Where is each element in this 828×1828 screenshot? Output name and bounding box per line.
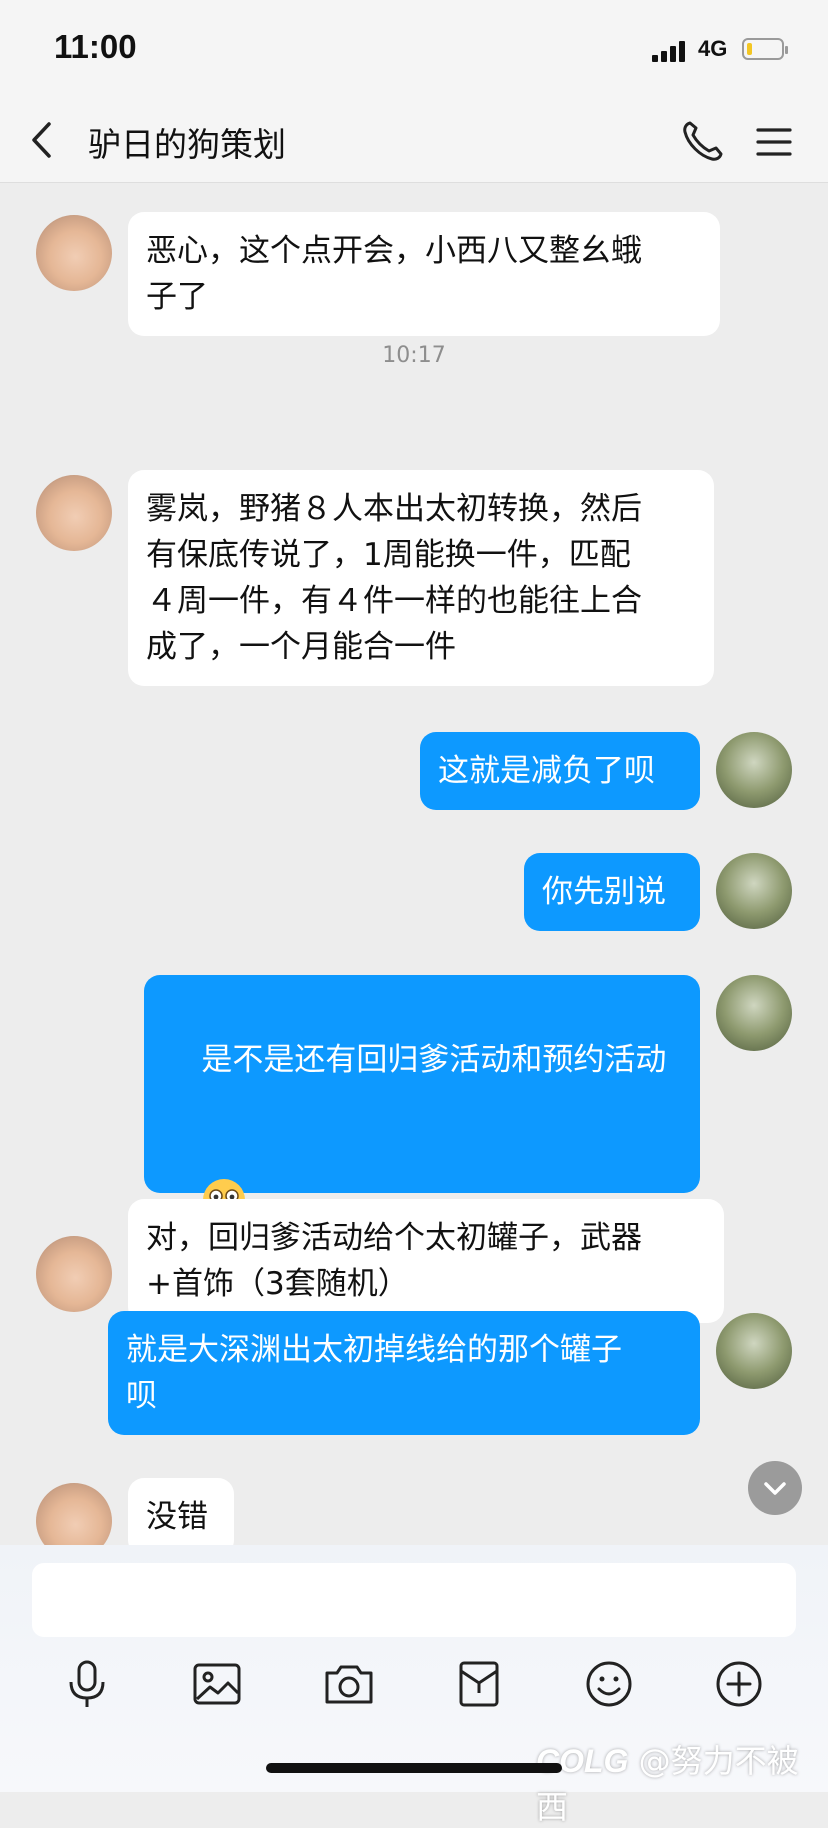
status-bar: 11:00 4G (0, 0, 828, 100)
message-bubble-incoming[interactable]: 雾岚，野猪８人本出太初转换，然后 有保底传说了，1周能换一件，匹配 ４周一件，有… (128, 470, 714, 686)
message-bubble-incoming[interactable]: 没错 (128, 1478, 234, 1545)
signal-icon (652, 40, 690, 62)
my-avatar[interactable] (716, 975, 792, 1051)
phone-icon[interactable] (680, 118, 726, 164)
my-avatar[interactable] (716, 732, 792, 808)
message-input[interactable] (32, 1563, 796, 1637)
contact-avatar[interactable] (36, 1483, 112, 1545)
message-bubble-outgoing[interactable]: 你先别说 (524, 853, 700, 931)
network-type: 4G (698, 36, 728, 61)
image-icon[interactable] (190, 1657, 244, 1711)
message-bubble-outgoing[interactable]: 是不是还有回归爹活动和预约活动 (144, 975, 700, 1221)
peeking-face-emoji (201, 1085, 247, 1221)
watermark: COLG @努力不被西 (536, 1736, 828, 1828)
microphone-icon[interactable] (60, 1657, 114, 1711)
message-bubble-incoming[interactable]: 恶心，这个点开会，小西八又整幺蛾 子了 (128, 212, 720, 336)
contact-avatar[interactable] (36, 215, 112, 291)
status-time: 11:00 (54, 28, 137, 65)
my-avatar[interactable] (716, 1313, 792, 1389)
camera-icon[interactable] (322, 1657, 376, 1711)
menu-icon[interactable] (754, 122, 794, 162)
home-indicator[interactable] (266, 1763, 562, 1773)
scroll-to-bottom-button[interactable] (748, 1461, 802, 1515)
chat-header: 驴日的狗策划 (0, 100, 828, 183)
message-text: 是不是还有回归爹活动和预约活动 (201, 1042, 667, 1078)
message-bubble-outgoing[interactable]: 这就是减负了呗 (420, 732, 700, 810)
red-packet-icon[interactable] (452, 1657, 506, 1711)
message-bubble-outgoing[interactable]: 就是大深渊出太初掉线给的那个罐子 呗 (108, 1311, 700, 1435)
colg-logo: COLG (536, 1743, 629, 1779)
contact-avatar[interactable] (36, 475, 112, 551)
back-arrow-icon[interactable] (24, 120, 64, 160)
message-timestamp: 10:17 (382, 343, 446, 368)
message-list[interactable]: 恶心，这个点开会，小西八又整幺蛾 子了 10:17 雾岚，野猪８人本出太初转换，… (0, 183, 828, 1545)
battery-icon (742, 38, 788, 60)
chat-title: 驴日的狗策划 (88, 125, 286, 164)
message-bubble-incoming[interactable]: 对，回归爹活动给个太初罐子，武器 +首饰（3套随机） (128, 1199, 724, 1323)
my-avatar[interactable] (716, 853, 792, 929)
contact-avatar[interactable] (36, 1236, 112, 1312)
plus-icon[interactable] (712, 1657, 766, 1711)
emoji-icon[interactable] (582, 1657, 636, 1711)
